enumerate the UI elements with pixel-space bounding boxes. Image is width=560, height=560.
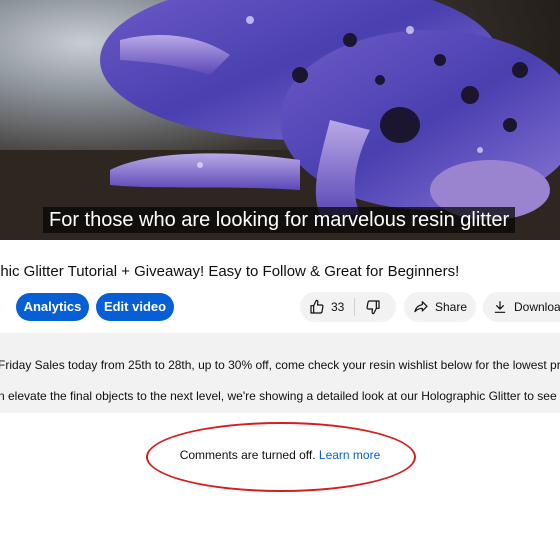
dislike-button[interactable] xyxy=(355,292,381,322)
description-box[interactable]: Friday Sales today from 25th to 28th, up… xyxy=(0,333,560,413)
description-line-1: Friday Sales today from 25th to 28th, up… xyxy=(0,358,560,372)
thumbs-up-icon xyxy=(310,299,324,314)
edit-video-button[interactable]: Edit video xyxy=(96,293,174,321)
description-line-2: n elevate the final objects to the next … xyxy=(0,389,560,403)
like-count: 33 xyxy=(331,300,345,314)
like-dislike-group: 33 xyxy=(300,292,396,322)
share-button[interactable]: Share xyxy=(404,292,476,322)
download-button[interactable]: Download xyxy=(483,292,560,322)
video-frame-image xyxy=(0,0,560,240)
share-icon xyxy=(414,301,428,313)
like-button[interactable]: 33 xyxy=(300,292,344,322)
comments-disabled-notice: Comments are turned off. Learn more xyxy=(0,447,560,463)
download-label: Download xyxy=(514,300,560,314)
comments-status-text: Comments are turned off. xyxy=(179,448,316,462)
video-caption: For those who are looking for marvelous … xyxy=(43,207,516,233)
analytics-button[interactable]: Analytics xyxy=(16,293,89,321)
download-icon xyxy=(494,301,506,313)
video-title: phic Glitter Tutorial + Giveaway! Easy t… xyxy=(0,263,460,280)
learn-more-link[interactable]: Learn more xyxy=(319,448,380,462)
share-label: Share xyxy=(435,300,468,314)
thumbs-down-icon xyxy=(366,300,380,315)
video-player[interactable]: For those who are looking for marvelous … xyxy=(0,0,560,240)
